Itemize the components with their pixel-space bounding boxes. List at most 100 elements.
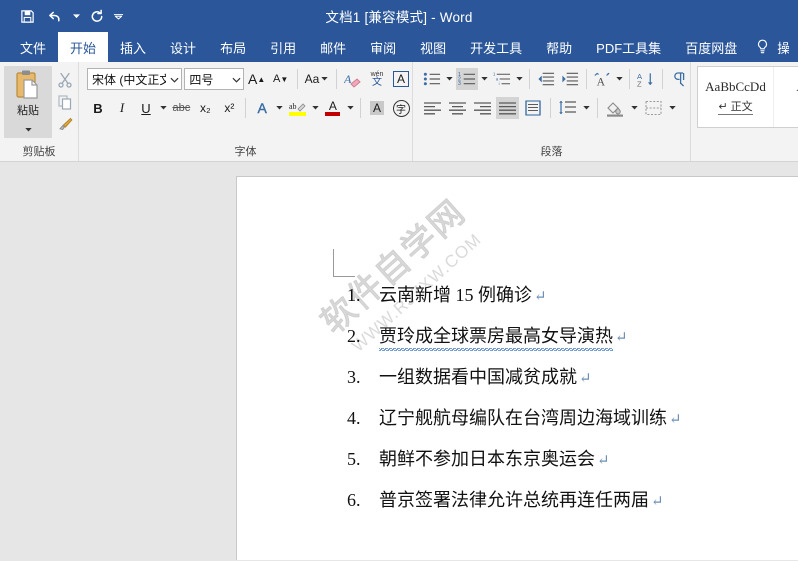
format-painter-button[interactable] bbox=[54, 114, 76, 134]
cut-button[interactable] bbox=[54, 70, 76, 90]
line-spacing-button[interactable] bbox=[556, 97, 579, 119]
ribbon-tab-bar: 文件 开始 插入 设计 布局 引用 邮件 审阅 视图 开发工具 帮助 PDF工具… bbox=[0, 32, 798, 62]
numbering-button[interactable]: 123 bbox=[455, 68, 478, 90]
list-item[interactable]: 2. 贾玲成全球票房最高女导演热 ↵ bbox=[347, 322, 777, 363]
underline-dropdown-icon[interactable] bbox=[159, 106, 168, 110]
font-color-dropdown-icon[interactable] bbox=[346, 106, 355, 110]
style-item-no-spacing[interactable]: AaBb ↵ 无 bbox=[774, 67, 798, 127]
document-page[interactable]: 软件自学网 WWW.RJZXW.COM 1. 云南新增 15 例确诊 ↵ 2. … bbox=[236, 176, 798, 560]
tab-help[interactable]: 帮助 bbox=[534, 32, 584, 62]
asian-layout-dropdown-icon[interactable] bbox=[615, 77, 624, 81]
scissors-icon bbox=[58, 72, 72, 88]
chevron-down-icon[interactable] bbox=[227, 72, 241, 86]
tab-insert[interactable]: 插入 bbox=[108, 32, 158, 62]
list-item[interactable]: 4. 辽宁舰航母编队在台湾周边海域训练 ↵ bbox=[347, 404, 777, 445]
shading-dropdown-icon[interactable] bbox=[629, 106, 640, 110]
paste-button[interactable]: 粘贴 bbox=[4, 66, 52, 138]
justify-button[interactable] bbox=[496, 97, 519, 119]
multilevel-list-button[interactable]: 1ai bbox=[491, 68, 513, 90]
highlight-button[interactable]: ab bbox=[287, 97, 309, 119]
shading-button[interactable] bbox=[603, 97, 627, 119]
numbering-dropdown-icon[interactable] bbox=[480, 77, 489, 81]
tab-overflow[interactable]: 操 bbox=[775, 32, 789, 62]
change-case-button[interactable]: Aa bbox=[303, 68, 331, 90]
tell-me-lightbulb-icon[interactable] bbox=[749, 32, 775, 62]
strikethrough-button[interactable]: abc bbox=[170, 97, 192, 119]
undo-icon[interactable] bbox=[42, 4, 68, 28]
phonetic-guide-button[interactable]: wén 文 bbox=[366, 68, 388, 90]
bullets-button[interactable] bbox=[421, 68, 443, 90]
paragraph-mark: ↵ bbox=[669, 412, 682, 428]
divider bbox=[245, 98, 247, 118]
subscript-button[interactable]: x₂ bbox=[194, 97, 216, 119]
tab-review[interactable]: 审阅 bbox=[358, 32, 408, 62]
tab-file[interactable]: 文件 bbox=[8, 32, 58, 62]
grow-font-button[interactable]: A ▲ bbox=[246, 68, 268, 90]
text-effects-button[interactable]: A bbox=[251, 97, 273, 119]
chevron-down-icon[interactable] bbox=[166, 72, 179, 86]
borders-dropdown-icon[interactable] bbox=[667, 106, 678, 110]
tab-developer[interactable]: 开发工具 bbox=[458, 32, 534, 62]
list-item[interactable]: 5. 朝鲜不参加日本东京奥运会 ↵ bbox=[347, 445, 777, 486]
shrink-font-button[interactable]: A ▼ bbox=[270, 68, 292, 90]
character-shading-button[interactable]: A bbox=[366, 97, 388, 119]
bullets-dropdown-icon[interactable] bbox=[445, 77, 454, 81]
tab-home[interactable]: 开始 bbox=[58, 32, 109, 62]
tab-baidu-netdisk[interactable]: 百度网盘 bbox=[673, 32, 749, 62]
pilcrow-icon bbox=[673, 72, 684, 87]
font-size-combo[interactable]: 四号 bbox=[184, 68, 244, 90]
font-name-combo[interactable]: 宋体 (中文正文) bbox=[87, 68, 183, 90]
italic-button[interactable]: I bbox=[111, 97, 133, 119]
group-label-font: 字体 bbox=[234, 146, 257, 158]
copy-button[interactable] bbox=[54, 92, 76, 112]
underline-button[interactable]: U bbox=[135, 97, 157, 119]
font-size-value: 四号 bbox=[189, 72, 214, 87]
increase-indent-button[interactable] bbox=[559, 68, 581, 90]
asian-layout-button[interactable]: A bbox=[591, 68, 613, 90]
tab-design[interactable]: 设计 bbox=[158, 32, 208, 62]
divider bbox=[528, 69, 530, 89]
clear-formatting-icon: A bbox=[344, 72, 361, 88]
text-effects-dropdown-icon[interactable] bbox=[275, 106, 284, 110]
tab-mailings[interactable]: 邮件 bbox=[308, 32, 358, 62]
paste-dropdown-icon[interactable] bbox=[24, 119, 32, 137]
align-center-button[interactable] bbox=[446, 97, 469, 119]
line-spacing-dropdown-icon[interactable] bbox=[581, 106, 592, 110]
align-left-button[interactable] bbox=[421, 97, 444, 119]
show-formatting-marks-button[interactable] bbox=[668, 68, 690, 90]
list-item[interactable]: 3. 一组数据看中国减贫成就 ↵ bbox=[347, 363, 777, 404]
distribute-button[interactable] bbox=[521, 97, 545, 119]
tab-layout[interactable]: 布局 bbox=[208, 32, 258, 62]
superscript-button[interactable]: x² bbox=[218, 97, 240, 119]
sort-button[interactable]: AZ bbox=[635, 68, 657, 90]
clear-formatting-button[interactable]: A bbox=[342, 68, 364, 90]
justify-icon bbox=[499, 101, 516, 114]
redo-icon[interactable] bbox=[84, 4, 110, 28]
align-right-button[interactable] bbox=[471, 97, 494, 119]
tab-references[interactable]: 引用 bbox=[258, 32, 308, 62]
character-border-button[interactable]: A bbox=[390, 68, 412, 90]
clipboard-small-buttons bbox=[52, 66, 78, 134]
decrease-indent-button[interactable] bbox=[535, 68, 557, 90]
font-color-button[interactable]: A bbox=[322, 97, 344, 119]
list-item[interactable]: 6. 普京签署法律允许总统再连任两届 ↵ bbox=[347, 486, 777, 527]
group-label-clipboard: 剪贴板 bbox=[22, 146, 56, 158]
numbered-list[interactable]: 1. 云南新增 15 例确诊 ↵ 2. 贾玲成全球票房最高女导演热 ↵ 3. 一… bbox=[347, 281, 777, 527]
styles-gallery[interactable]: AaBbCcDd ↵ 正文 AaBb ↵ 无 bbox=[697, 66, 798, 128]
paragraph-mark: ↵ bbox=[579, 371, 592, 387]
style-item-normal[interactable]: AaBbCcDd ↵ 正文 bbox=[698, 67, 774, 127]
undo-dropdown-icon[interactable] bbox=[70, 4, 82, 28]
chevron-down-icon[interactable] bbox=[319, 77, 329, 81]
decrease-indent-icon bbox=[538, 72, 554, 86]
chevron-down-icon[interactable] bbox=[112, 4, 124, 28]
underline-icon: U bbox=[141, 100, 151, 116]
tab-pdf-tools[interactable]: PDF工具集 bbox=[584, 32, 673, 62]
multilevel-dropdown-icon[interactable] bbox=[515, 77, 524, 81]
list-item[interactable]: 1. 云南新增 15 例确诊 ↵ bbox=[347, 281, 777, 322]
tab-view[interactable]: 视图 bbox=[408, 32, 458, 62]
enclose-characters-button[interactable]: 字 bbox=[390, 97, 412, 119]
bold-button[interactable]: B bbox=[87, 97, 109, 119]
borders-button[interactable] bbox=[642, 97, 665, 119]
highlight-dropdown-icon[interactable] bbox=[311, 106, 320, 110]
save-icon[interactable] bbox=[14, 4, 40, 28]
